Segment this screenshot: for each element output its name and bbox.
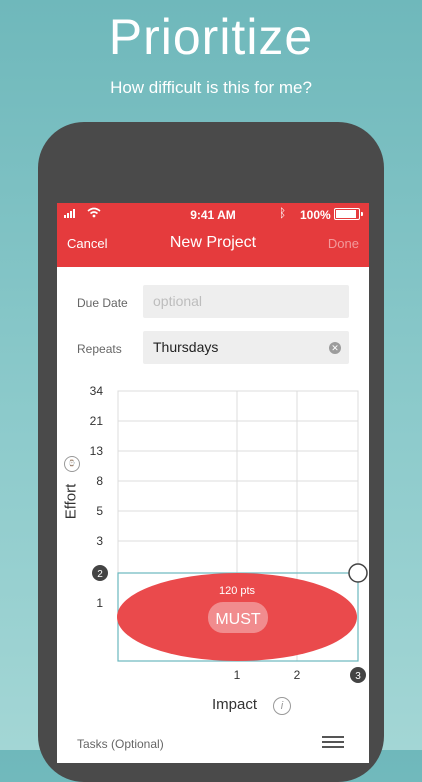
headline: Prioritize bbox=[108, 9, 314, 65]
stopwatch-icon[interactable]: ⌚ bbox=[64, 456, 80, 472]
subheadline: How difficult is this for me? bbox=[110, 78, 312, 97]
list-icon[interactable] bbox=[322, 736, 344, 751]
effort-handle-value: 2 bbox=[97, 569, 103, 580]
info-icon[interactable]: i bbox=[273, 697, 291, 715]
y-tick-label: 34 bbox=[90, 384, 104, 398]
app-screen: 9:41 AM ᛒ 100% Cancel New Project Done D… bbox=[57, 203, 369, 763]
y-tick-label: 3 bbox=[96, 534, 103, 548]
points-label: 120 pts bbox=[219, 585, 256, 597]
impact-axis-label: Impact bbox=[212, 696, 258, 713]
x-tick-label: 1 bbox=[234, 668, 241, 682]
y-tick-label: 13 bbox=[90, 444, 104, 458]
y-tick-label: 21 bbox=[90, 414, 104, 428]
tasks-label: Tasks (Optional) bbox=[77, 737, 164, 751]
y-tick-label: 5 bbox=[96, 504, 103, 518]
impact-handle-value: 3 bbox=[355, 671, 361, 682]
priority-badge: MUST bbox=[215, 611, 261, 628]
x-tick-label: 2 bbox=[294, 668, 301, 682]
effort-impact-chart[interactable]: 34 21 13 8 5 3 1 1 2 120 pts MUST 2 3 bbox=[57, 203, 369, 723]
effort-axis-label: Effort bbox=[62, 483, 80, 520]
resize-handle[interactable] bbox=[348, 563, 368, 583]
y-tick-label: 1 bbox=[96, 596, 103, 610]
y-tick-label: 8 bbox=[96, 474, 103, 488]
